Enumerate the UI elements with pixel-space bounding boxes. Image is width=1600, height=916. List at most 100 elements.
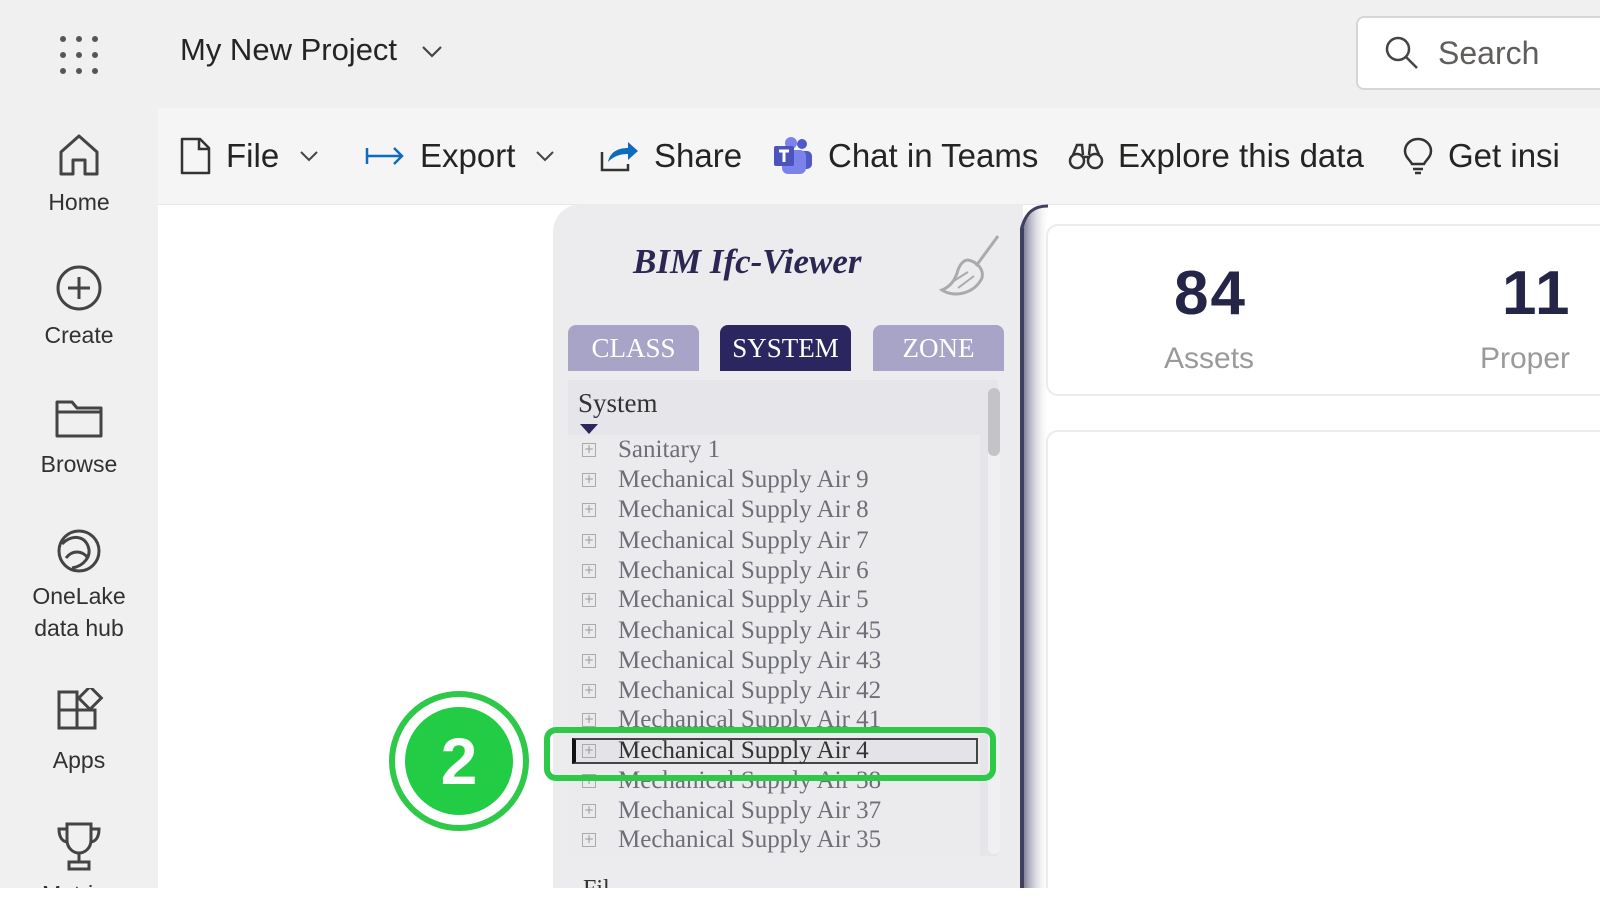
bim-viewer-panel: BIM Ifc-Viewer CLASS SYSTEM ZONE System … — [553, 204, 1023, 888]
chevron-down-icon — [422, 46, 442, 58]
tab-class[interactable]: CLASS — [568, 325, 699, 371]
explore-data-button[interactable]: Explore this data — [1068, 108, 1364, 204]
list-header[interactable]: System — [578, 388, 658, 419]
list-item[interactable]: + Mechanical Supply Air 5 — [568, 585, 980, 615]
search-box[interactable]: Search — [1356, 16, 1600, 90]
list-item[interactable]: + Mechanical Supply Air 45 — [568, 616, 980, 646]
system-list: System + Sanitary 1 + Mechanical Supply Ai… — [568, 380, 1000, 856]
broom-icon[interactable] — [938, 232, 1008, 307]
project-selector[interactable]: My New Project — [180, 32, 443, 68]
get-insights-button[interactable]: Get insi — [1402, 108, 1560, 204]
chevron-down-icon — [536, 151, 555, 162]
nav-item-apps[interactable]: Apps — [0, 688, 158, 776]
list-item-label: Mechanical Supply Air 7 — [618, 527, 869, 554]
folder-icon — [55, 400, 103, 438]
nav-label-create: Create — [44, 322, 114, 348]
assets-value: 84 — [1174, 259, 1247, 328]
list-item[interactable]: + Sanitary 1 — [568, 435, 980, 465]
filter-label: Fil — [583, 876, 610, 888]
export-arrow-icon — [365, 147, 404, 165]
share-icon — [600, 142, 638, 172]
tab-system[interactable]: SYSTEM — [720, 325, 851, 371]
list-item-label: Mechanical Supply Air 42 — [618, 677, 882, 704]
list-item[interactable]: + Mechanical Supply Air 43 — [568, 646, 980, 676]
expand-icon[interactable]: + — [582, 503, 596, 517]
chat-in-teams-button[interactable]: Chat in Teams — [772, 108, 1038, 204]
explore-label: Explore this data — [1118, 137, 1364, 174]
nav-label-browse: Browse — [40, 451, 118, 477]
list-item-label: Sanitary 1 — [618, 436, 721, 463]
nav-item-home[interactable]: Home — [0, 130, 158, 218]
bottom-strip — [0, 888, 1600, 916]
list-item[interactable]: + Mechanical Supply Air 8 — [568, 495, 980, 525]
lightbulb-icon — [1403, 137, 1433, 175]
expand-icon[interactable]: + — [582, 804, 596, 818]
expand-icon[interactable]: + — [582, 443, 596, 457]
step-number: 2 — [405, 707, 513, 815]
file-icon — [180, 137, 211, 175]
expand-icon[interactable]: + — [582, 624, 596, 638]
expand-icon[interactable]: + — [582, 833, 596, 847]
list-item-label: Mechanical Supply Air 8 — [618, 496, 869, 523]
expand-icon[interactable]: + — [582, 534, 596, 548]
list-item[interactable]: + Mechanical Supply Air 37 — [568, 796, 980, 826]
file-label: File — [226, 137, 280, 174]
list-item[interactable]: + Mechanical Supply Air 6 — [568, 556, 980, 586]
share-label: Share — [654, 137, 743, 174]
app-launcher-icon[interactable] — [58, 34, 100, 76]
onelake-icon — [57, 529, 101, 573]
list-scrollbar[interactable] — [988, 388, 1000, 854]
properties-value: 11 — [1502, 259, 1572, 328]
highlight-box — [544, 727, 996, 781]
list-item[interactable]: + Mechanical Supply Air 9 — [568, 465, 980, 495]
assets-label: Assets — [1164, 342, 1255, 375]
expand-icon[interactable]: + — [582, 593, 596, 607]
system-rows: + Sanitary 1 + Mechanical Supply Air 9 + Me… — [568, 435, 980, 856]
apps-icon — [57, 688, 104, 730]
list-item-label: Mechanical Supply Air 35 — [618, 826, 882, 853]
expand-icon[interactable]: + — [582, 684, 596, 698]
insights-label: Get insi — [1448, 137, 1560, 174]
expand-icon[interactable]: + — [582, 713, 596, 727]
properties-label: Proper — [1480, 342, 1571, 375]
list-item-label: Mechanical Supply Air 6 — [618, 557, 869, 584]
visual-card — [1046, 430, 1600, 888]
nav-item-metrics[interactable]: Metrics — [0, 820, 158, 888]
list-item-label: Mechanical Supply Air 37 — [618, 797, 882, 824]
viewer-title: BIM Ifc-Viewer — [633, 242, 862, 281]
export-menu-button[interactable]: Export — [364, 108, 555, 204]
chat-label: Chat in Teams — [828, 137, 1039, 174]
list-item[interactable]: + Mechanical Supply Air 7 — [568, 526, 980, 556]
nav-label-home: Home — [48, 189, 110, 215]
scrollbar-thumb[interactable] — [988, 388, 1000, 456]
search-icon — [1385, 36, 1418, 69]
list-item[interactable]: + Mechanical Supply Air 42 — [568, 676, 980, 706]
list-item[interactable]: + Mechanical Supply Air 35 — [568, 825, 980, 855]
project-name: My New Project — [180, 32, 398, 67]
kpi-card: 84 Assets 11 Proper — [1046, 224, 1600, 396]
binoculars-icon — [1068, 143, 1104, 170]
trophy-icon — [57, 822, 101, 871]
expand-icon[interactable]: + — [582, 473, 596, 487]
file-menu-button[interactable]: File — [178, 108, 319, 204]
chevron-down-icon — [300, 151, 318, 162]
list-item-label: Mechanical Supply Air 9 — [618, 466, 869, 493]
expand-icon[interactable]: + — [582, 564, 596, 578]
nav-item-browse[interactable]: Browse — [0, 394, 158, 480]
list-item-label: Mechanical Supply Air 45 — [618, 617, 882, 644]
home-icon — [59, 134, 99, 176]
teams-icon — [774, 137, 812, 174]
nav-item-create[interactable]: Create — [0, 263, 158, 351]
share-button[interactable]: Share — [598, 108, 742, 204]
sort-arrow-icon[interactable] — [580, 424, 598, 434]
plus-circle-icon — [56, 265, 102, 311]
tab-zone[interactable]: ZONE — [873, 325, 1004, 371]
nav-label-onelake: OneLake data hub — [32, 583, 126, 641]
nav-label-apps: Apps — [52, 747, 106, 773]
expand-icon[interactable]: + — [582, 654, 596, 668]
export-label: Export — [420, 137, 516, 174]
list-item-label: Mechanical Supply Air 5 — [618, 586, 869, 613]
report-toolbar: File Export Share Chat in Teams Explore … — [158, 108, 1600, 205]
nav-item-onelake[interactable]: OneLake data hub — [0, 524, 158, 644]
step-badge: 2 — [389, 691, 529, 831]
